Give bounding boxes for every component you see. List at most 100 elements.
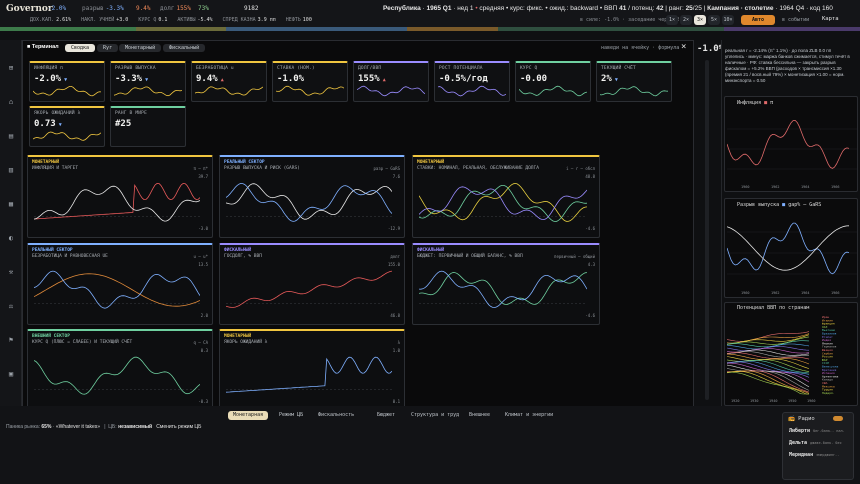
building-icon[interactable]: ▥ (6, 166, 16, 174)
metric-card-1[interactable]: РАЗРЫВ ВЫПУСКА -3.3% ▼ (110, 61, 186, 102)
terminal-tab-2[interactable]: Монетарный (119, 44, 162, 52)
metric-card-0[interactable]: ИНФЛЯЦИЯ π -2.0% ▼ (29, 61, 105, 102)
radio-station-0[interactable]: Либерти бег.банк.. нал. (789, 428, 845, 434)
top-stat-value: 9182 (244, 5, 259, 12)
metric-card-3[interactable]: СТАВКА (НОМ.) -1.0% (272, 61, 348, 102)
year-tick: 1960 (741, 185, 749, 189)
speed-button-2[interactable]: 3× (694, 15, 706, 25)
metric-value-text: 155% (358, 74, 380, 84)
scales-icon[interactable]: ⚖ (6, 302, 16, 310)
bottom-tab-5[interactable]: Внешнее (464, 411, 495, 420)
station-name: Меридиан (789, 452, 814, 458)
trend-arrow-icon: ▼ (64, 77, 68, 83)
rate-label: курс: фикс. (510, 5, 544, 12)
bank-icon[interactable]: ⌂ (6, 98, 16, 106)
metric-value-text: -0.00 (520, 74, 548, 84)
left-rail: ⊞ ⌂ ▤ ▥ ▦ ◐ ⚒ ⚖ ⚑ ▣ (0, 40, 22, 410)
chart-panel-5[interactable]: ФИСКАЛЬНЫЙ БЮДЖЕТ: ПЕРВИЧНЫЙ И ОБЩИЙ БАЛА… (412, 243, 600, 325)
row2-label: КУРС Q (138, 17, 157, 23)
top-stat-0: -2.0% (46, 5, 66, 12)
top-row2: ДОХ.КАП. 2.61% НАКЛ. УЧНЕЙ +3.0 КУРС Q 0.1 АКТ… (0, 17, 312, 23)
year-tick: 1966 (831, 185, 839, 189)
bottom-tab-3[interactable]: Бюджет (372, 411, 400, 420)
year-tick: 1966 (831, 291, 839, 295)
chart-panel-0[interactable]: МОНЕТАРНЫЙ ИНФЛЯЦИЯ И ТАРГЕТ π ─ π* 39.7 -3.… (27, 155, 213, 238)
top-stat-4: 73% (196, 5, 209, 12)
metric-card-7[interactable]: ТЕКУЩИЙ СЧЁТ 2% ▼ (596, 61, 672, 102)
metric-card-9[interactable]: РАНГ В МИРЕ #25 (110, 106, 186, 147)
speed-button-0[interactable]: 1× (666, 15, 678, 25)
panel-legend: q ─ CA (193, 340, 208, 345)
map-button[interactable]: Карта (822, 16, 839, 22)
whatever-button[interactable]: «Whatever it takes» (56, 424, 100, 430)
change-cb-button[interactable]: Сменить режим ЦБ (156, 424, 201, 430)
speed-button-1[interactable]: 2× (680, 15, 692, 25)
chart-panel-2[interactable]: МОНЕТАРНЫЙ СТАВКИ: НОМИНАЛ, РЕАЛЬНАЯ, ОБС… (412, 155, 600, 238)
metric-card-5[interactable]: РОСТ ПОТЕНЦИАЛА -0.5%/год (434, 61, 510, 102)
terminal-window: ■ Терминал Сводка Ryr Монетарный Фискальный… (22, 40, 694, 411)
panel-top-value: 1.0 (392, 348, 400, 353)
bottom-tab-6[interactable]: Климат и энергии (500, 411, 558, 420)
chart-panel-4[interactable]: ФИСКАЛЬНЫЙ ГОСДОЛГ, % ВВП долг 155.0 46.8 (219, 243, 405, 325)
expect-label: ожид.: backward (549, 5, 599, 12)
terminal-tab-1[interactable]: Ryr (97, 44, 119, 52)
bottom-tab-2[interactable]: Фискальность (313, 411, 359, 420)
panel-top-value: 7.6 (392, 174, 400, 179)
panel-legend: λ (397, 340, 400, 345)
close-button[interactable]: × (681, 42, 686, 52)
panel-chart (34, 356, 200, 395)
top-stat-label: разрыв (82, 5, 104, 12)
top-stat-value: 9.4% (136, 5, 151, 12)
chart-panel-1[interactable]: РЕАЛЬНЫЙ СЕКТОР РАЗРЫВ ВЫПУСКА И РИСК (GA… (219, 155, 405, 238)
bottom-tab-4[interactable]: Структура и труд (406, 411, 464, 420)
sparkline (276, 85, 344, 96)
panel-title: КУРС Q (ПЛЮС = СЛАБЕЕ) И ТЕКУЩИЙ СЧЁТ (32, 340, 133, 345)
panel-category: ВНЕШНИЙ СЕКТОР (32, 334, 70, 339)
metric-card-2[interactable]: БЕЗРАБОТИЦА u 9.4% ▲ (191, 61, 267, 102)
year-tick: 1962 (771, 185, 779, 189)
document-icon[interactable]: ▤ (6, 132, 16, 140)
chart-panel-7[interactable]: МОНЕТАРНЫЙ ЯКОРЬ ОЖИДАНИЙ λ λ 1.0 0.1 (219, 329, 405, 411)
chart-panel-6[interactable]: ВНЕШНИЙ СЕКТОР КУРС Q (ПЛЮС = СЛАБЕЕ) И Т… (27, 329, 213, 411)
dashboard-icon[interactable]: ⊞ (6, 64, 16, 72)
metric-card-6[interactable]: КУРС Q -0.00 (515, 61, 591, 102)
speed-button-4[interactable]: 10× (722, 15, 734, 25)
globe-icon[interactable]: ◐ (6, 234, 16, 242)
news-icon[interactable]: ▣ (6, 370, 16, 378)
bottom-tab-0[interactable]: Монетарная (228, 411, 269, 420)
terminal-tab-0[interactable]: Сводка (65, 44, 96, 52)
panel-category: МОНЕТАРНЫЙ (417, 160, 445, 165)
station-sub: джаве-банк. бес (810, 441, 842, 445)
year-tick: 1950 (788, 399, 796, 403)
row2-value: +3.0 (116, 17, 129, 23)
year-tick: 1930 (750, 399, 758, 403)
bottom-tab-1[interactable]: Режим ЦБ (274, 411, 308, 420)
station-name: Либерти (789, 428, 811, 434)
sparkline (195, 86, 263, 96)
panel-legend: π ─ π* (193, 166, 208, 171)
speed-button-3[interactable]: 5× (708, 15, 720, 25)
metric-card-value: -3.3% ▼ (115, 74, 148, 84)
gauge-column: -1.0% (697, 40, 724, 410)
events-label[interactable]: в событии (782, 17, 809, 23)
radio-station-1[interactable]: Дельта джаве-банк. бес (789, 440, 842, 446)
sparkline (438, 85, 506, 97)
rank-value: 25 (685, 5, 693, 12)
rate-gauge-track[interactable] (705, 60, 709, 400)
radio-toggle[interactable] (833, 416, 843, 421)
metric-card-8[interactable]: ЯКОРЬ ОЖИДАНИЙ λ 0.73 ▼ (29, 106, 105, 147)
chart-icon[interactable]: ▦ (6, 200, 16, 208)
metric-card-4[interactable]: ДОЛГ/ВВП 155% ▲ (353, 61, 429, 102)
country-line (727, 340, 810, 348)
terminal-tab-3[interactable]: Фискальный (163, 44, 206, 52)
flag-icon[interactable]: ⚑ (6, 336, 16, 344)
factory-icon[interactable]: ⚒ (6, 268, 16, 276)
mode-label: средняя (479, 5, 505, 12)
country-label: Нидерл. (822, 391, 835, 395)
country-line (727, 333, 810, 344)
chart-panel-3[interactable]: РЕАЛЬНЫЙ СЕКТОР БЕЗРАБОТИЦА И РАВНОВЕСНАЯ… (27, 243, 213, 325)
auto-button[interactable]: Авто (741, 15, 775, 25)
right-sidebar: реальная r = -2.14% (π° 1.1%) · до пола … (721, 40, 860, 410)
radio-station-2[interactable]: Меридиан эмерджинг.. (789, 452, 839, 458)
year-tick: 1962 (771, 291, 779, 295)
